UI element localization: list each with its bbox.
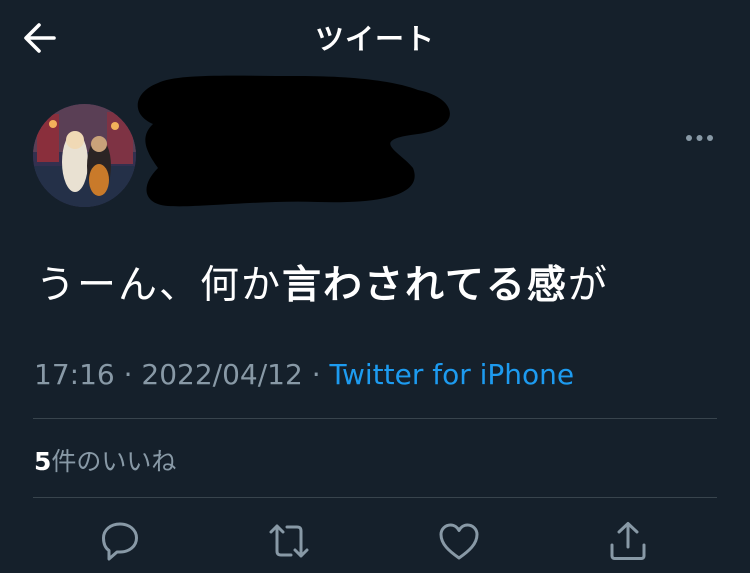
more-icon — [686, 135, 713, 141]
share-icon — [610, 522, 646, 560]
retweet-button[interactable] — [267, 519, 311, 563]
retweet-icon — [269, 524, 309, 558]
page-title: ツイート — [314, 22, 435, 56]
meta-separator: · — [114, 358, 142, 391]
tweet-text-part-bold: 言わされてる感 — [282, 263, 568, 308]
like-button[interactable] — [437, 519, 481, 563]
tweet-text: うーん、何か言わされてる感が — [36, 254, 609, 310]
tweet-text-part: うーん、何か — [36, 263, 283, 308]
share-button[interactable] — [606, 519, 650, 563]
top-bar: ツイート — [0, 0, 750, 72]
divider — [33, 418, 717, 419]
reply-button[interactable] — [98, 519, 142, 563]
heart-icon — [439, 523, 479, 560]
meta-separator: · — [302, 358, 330, 391]
likes-count: 5 — [34, 447, 52, 476]
tweet-date: 2022/04/12 — [141, 358, 303, 391]
likes-summary[interactable]: 5件のいいね — [34, 442, 176, 478]
reply-icon — [102, 522, 138, 561]
tweet-source-link[interactable]: Twitter for iPhone — [330, 358, 575, 391]
tweet-meta: 17:16 · 2022/04/12 · Twitter for iPhone — [34, 358, 574, 391]
tweet-text-part: が — [567, 263, 609, 308]
more-options-button[interactable] — [682, 128, 722, 148]
tweet-time: 17:16 — [34, 358, 115, 391]
redacted-author-name — [137, 75, 450, 207]
divider — [33, 497, 717, 498]
likes-label: 件のいいね — [51, 447, 177, 476]
